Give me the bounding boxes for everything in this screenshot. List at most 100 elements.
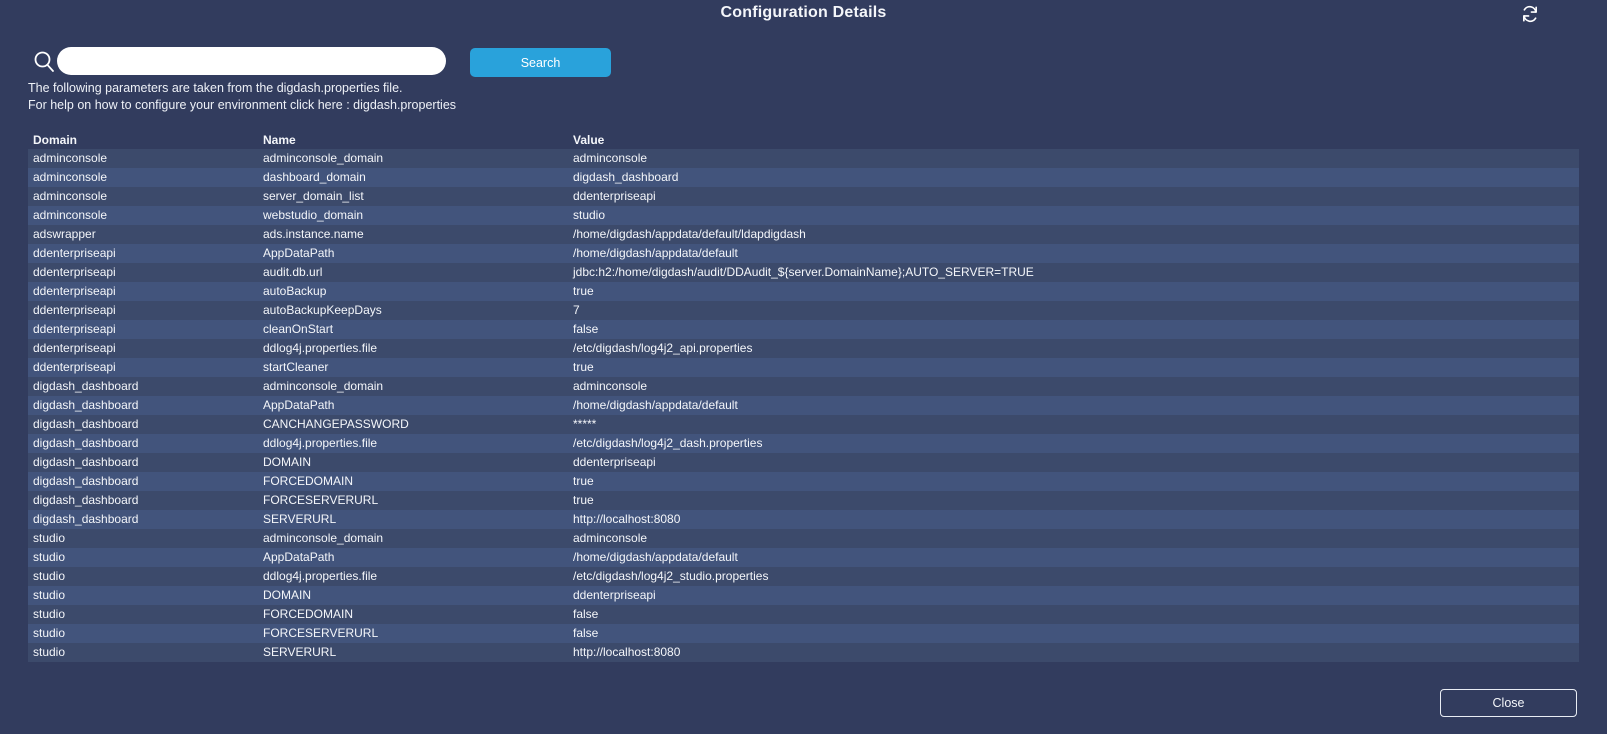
page-title: Configuration Details [720,4,887,21]
cell-domain: ddenterpriseapi [33,322,116,336]
table-row: digdash_dashboard SERVERURL http://localho… [28,510,1579,529]
cell-name: ddlog4j.properties.file [263,569,378,583]
column-header-name: Name [263,133,296,147]
cell-value: /home/digdash/appdata/default/ldapdigdas… [573,227,806,241]
cell-name: webstudio_domain [263,208,364,222]
cell-name: FORCEDOMAIN [263,474,353,488]
cell-name: AppDataPath [263,550,335,564]
cell-name: DOMAIN [263,455,311,469]
table-row: studio SERVERURL http://localhost:8080 [28,643,1579,662]
cell-domain: studio [33,645,66,659]
cell-value: ***** [573,417,597,431]
table-row: digdash_dashboard FORCEDOMAIN true [28,472,1579,491]
table-row: ddenterpriseapi startCleaner true [28,358,1579,377]
table-row: adswrapper ads.instance.name/home/digdash… [28,225,1579,244]
table-row: studio FORCESERVERURL false [28,624,1579,643]
table-row: ddenterpriseapi autoBackup true [28,282,1579,301]
cell-domain: studio [33,550,66,564]
table-row: digdash_dashboard adminconsole_domain admi… [28,377,1579,396]
cell-value: false [573,322,599,336]
cell-domain: studio [33,531,66,545]
cell-name: autoBackupKeepDays [263,303,382,317]
properties-link[interactable]: digdash.properties [353,98,456,112]
cell-value: true [573,493,594,507]
configuration-details-page: Configuration Details Search The followi… [0,0,1607,734]
cell-name: ddlog4j.properties.file [263,341,378,355]
cell-value: /home/digdash/appdata/default [573,550,738,564]
search-icon [32,49,56,73]
cell-name: dashboard_domain [263,170,366,184]
refresh-icon[interactable] [1519,3,1541,25]
cell-domain: digdash_dashboard [33,417,139,431]
cell-name: AppDataPath [263,246,335,260]
cell-name: cleanOnStart [263,322,334,336]
cell-value: false [573,607,599,621]
cell-domain: studio [33,607,66,621]
cell-name: FORCEDOMAIN [263,607,353,621]
cell-domain: ddenterpriseapi [33,284,116,298]
cell-value: jdbc:h2:/home/digdash/audit/DDAudit_${se… [573,265,1034,279]
cell-name: AppDataPath [263,398,335,412]
cell-domain: adminconsole [33,170,108,184]
cell-value: 7 [573,303,580,317]
cell-value: studio [573,208,606,222]
cell-domain: digdash_dashboard [33,436,139,450]
cell-value: http://localhost:8080 [573,512,681,526]
cell-value: adminconsole [573,379,648,393]
cell-value: adminconsole [573,531,648,545]
table-row: ddenterpriseapi autoBackupKeepDays 7 [28,301,1579,320]
cell-value: ddenterpriseapi [573,588,656,602]
cell-value: true [573,360,594,374]
cell-value: /etc/digdash/log4j2_dash.properties [573,436,763,450]
table-row: studio ddlog4j.properties.file/etc/digdas… [28,567,1579,586]
cell-value: /home/digdash/appdata/default [573,246,738,260]
cell-domain: studio [33,588,66,602]
close-button[interactable]: Close [1440,689,1577,717]
table-row: studio FORCEDOMAIN false [28,605,1579,624]
cell-domain: adminconsole [33,208,108,222]
cell-domain: studio [33,569,66,583]
table-row: digdash_dashboard ddlog4j.properties.file… [28,434,1579,453]
cell-name: FORCESERVERURL [263,626,379,640]
table-row: adminconsole webstudio_domain studio [28,206,1579,225]
table-body: adminconsole adminconsole_domain admincons… [28,149,1579,662]
info-line-1: The following parameters are taken from … [28,81,403,95]
cell-domain: adminconsole [33,151,108,165]
cell-value: http://localhost:8080 [573,645,681,659]
cell-name: SERVERURL [263,645,337,659]
table-row: ddenterpriseapi ddlog4j.properties.file/e… [28,339,1579,358]
cell-domain: ddenterpriseapi [33,360,116,374]
search-input[interactable] [57,47,446,75]
cell-name: CANCHANGEPASSWORD [263,417,409,431]
table-row: ddenterpriseapi cleanOnStart false [28,320,1579,339]
column-header-value: Value [573,133,605,147]
cell-name: autoBackup [263,284,327,298]
info-line-2-text: For help on how to configure your enviro… [28,98,354,112]
cell-value: ddenterpriseapi [573,455,656,469]
table-row: ddenterpriseapi audit.db.url jdbc:h2:/home… [28,263,1579,282]
cell-domain: adswrapper [33,227,96,241]
cell-name: ddlog4j.properties.file [263,436,378,450]
cell-name: audit.db.url [263,265,323,279]
cell-name: SERVERURL [263,512,337,526]
cell-name: adminconsole_domain [263,151,384,165]
cell-domain: ddenterpriseapi [33,246,116,260]
cell-value: digdash_dashboard [573,170,679,184]
table-row: digdash_dashboard FORCESERVERURL true [28,491,1579,510]
table-row: studio adminconsole_domain adminconsole [28,529,1579,548]
cell-name: FORCESERVERURL [263,493,379,507]
cell-domain: ddenterpriseapi [33,265,116,279]
configuration-table: Domain Name Value adminconsole adminconso… [28,131,1579,662]
table-row: studio AppDataPath/home/digdash/appdata/d… [28,548,1579,567]
table-row: adminconsole dashboard_domain digdash_dash… [28,168,1579,187]
table-row: adminconsole adminconsole_domain admincons… [28,149,1579,168]
cell-value: /etc/digdash/log4j2_studio.properties [573,569,769,583]
cell-value: true [573,474,594,488]
cell-domain: adminconsole [33,189,108,203]
cell-value: false [573,626,599,640]
cell-value: adminconsole [573,151,648,165]
search-button[interactable]: Search [470,48,611,77]
column-header-domain: Domain [33,133,78,147]
cell-name: adminconsole_domain [263,531,384,545]
table-header-row: Domain Name Value [28,131,1579,149]
